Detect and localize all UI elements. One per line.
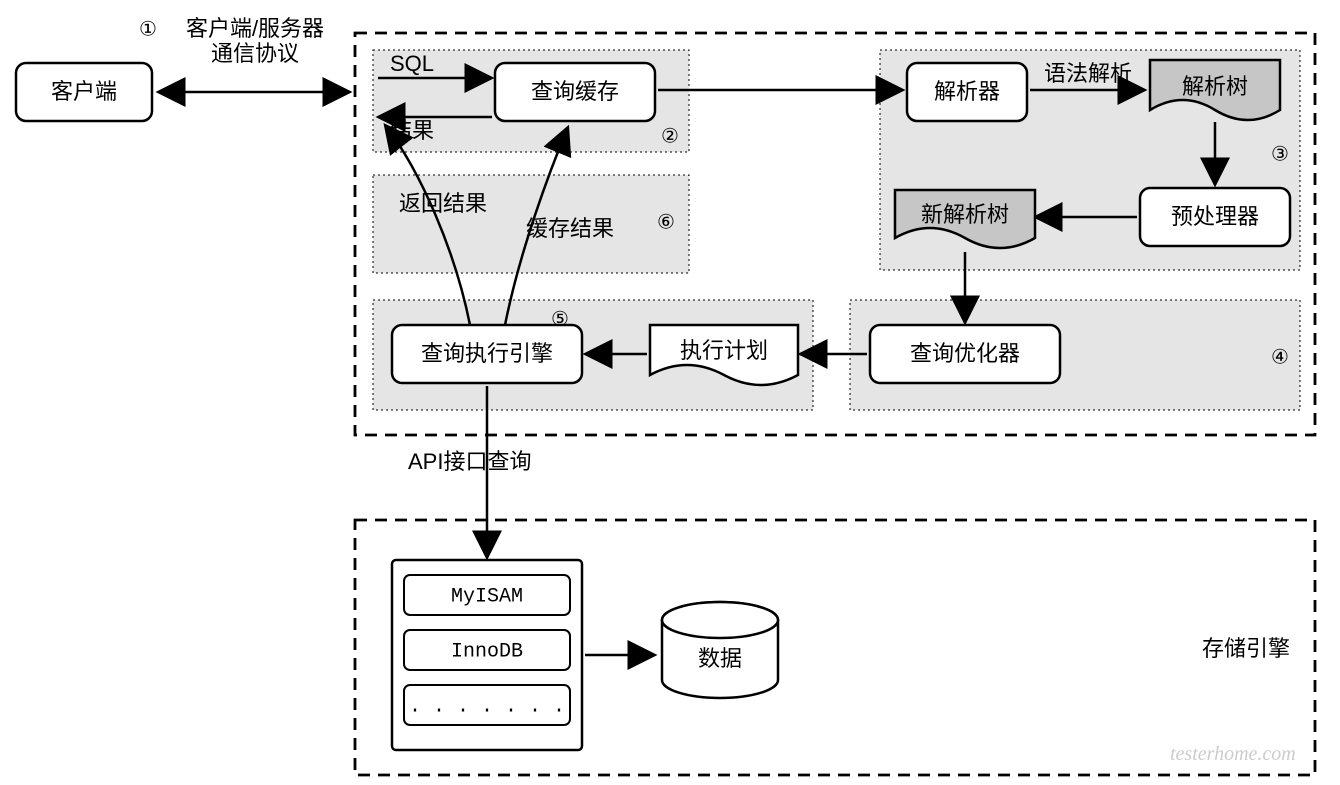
marker-3: ③: [1271, 143, 1289, 165]
cache-result-label: 缓存结果: [526, 216, 614, 241]
watermark: testerhome.com: [1170, 743, 1296, 765]
storage-engine-title: 存储引擎: [1202, 636, 1290, 661]
exec-plan-label: 执行计划: [680, 338, 768, 363]
syntax-parse-label: 语法解析: [1044, 61, 1132, 86]
api-query-label: API接口查询: [408, 449, 531, 474]
marker-1: ①: [139, 18, 157, 40]
parser-label: 解析器: [934, 79, 1000, 104]
client-protocol-l2: 通信协议: [211, 41, 299, 66]
engine-item-3-label: . . . . . . .: [409, 695, 565, 718]
marker-6: ⑥: [657, 211, 675, 233]
return-result-label: 返回结果: [399, 191, 487, 216]
exec-engine-label: 查询执行引擎: [421, 341, 553, 366]
new-parse-tree-label: 新解析树: [921, 202, 1009, 227]
client-protocol-l1: 客户端/服务器: [186, 16, 324, 41]
engine-item-1-label: MyISAM: [451, 585, 523, 608]
engine-item-2-label: InnoDB: [451, 640, 523, 663]
optimizer-label: 查询优化器: [910, 341, 1020, 366]
parse-tree-label: 解析树: [1182, 74, 1248, 99]
marker-2: ②: [661, 125, 679, 147]
preprocessor-label: 预处理器: [1171, 204, 1259, 229]
query-cache-label: 查询缓存: [531, 79, 619, 104]
client-label: 客户端: [51, 79, 117, 104]
database-label: 数据: [698, 646, 742, 671]
marker-4: ④: [1271, 346, 1289, 368]
sql-label: SQL: [390, 51, 434, 76]
diagram-root: ② ③ ⑥ ⑤ ④ 客户端 ① 客户端/服务器 通信协议 SQL 结果 查询缓存…: [0, 0, 1340, 785]
